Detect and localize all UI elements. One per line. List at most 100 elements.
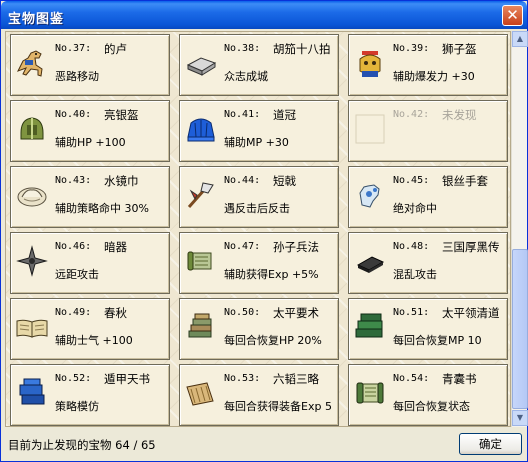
glove-icon bbox=[352, 177, 388, 213]
treasure-effect: 辅助获得Exp +5% bbox=[224, 268, 319, 281]
treasure-number: No.38: bbox=[224, 43, 261, 54]
treasure-name: 太平要术 bbox=[273, 306, 319, 320]
treasure-name: 短戟 bbox=[273, 174, 296, 188]
ok-button[interactable]: 确定 bbox=[459, 433, 522, 455]
treasure-grid: No.37: 的卢恶路移动 No.38: 胡笳十八拍众志成城 No.39: 狮子盔辅助爆发… bbox=[5, 31, 511, 427]
treasure-name: 胡笳十八拍 bbox=[273, 42, 331, 56]
treasure-effect: 每回合恢复MP 10 bbox=[393, 334, 482, 347]
scroll-case-icon bbox=[183, 45, 219, 81]
treasure-number: No.54: bbox=[393, 373, 430, 384]
bamboo-scroll-icon bbox=[183, 375, 219, 411]
open-book-icon bbox=[14, 309, 50, 345]
treasure-number: No.45: bbox=[393, 175, 430, 186]
treasure-card[interactable]: No.52: 遁甲天书策略模仿 bbox=[10, 364, 170, 426]
treasure-effect: 策略模仿 bbox=[55, 400, 99, 413]
treasure-card[interactable]: No.51: 太平领清道每回合恢复MP 10 bbox=[348, 298, 508, 360]
blue-book-icon bbox=[14, 375, 50, 411]
treasure-name: 太平领清道 bbox=[442, 306, 500, 320]
treasure-card[interactable]: No.45: 银丝手套绝对命中 bbox=[348, 166, 508, 228]
treasure-number: No.37: bbox=[55, 43, 92, 54]
window-title: 宝物图鉴 bbox=[8, 12, 65, 27]
treasure-effect: 远距攻击 bbox=[55, 268, 99, 281]
treasure-effect: 遇反击后反击 bbox=[224, 202, 290, 215]
empty-slot bbox=[352, 111, 388, 147]
shuriken-icon bbox=[14, 243, 50, 279]
treasure-name: 青囊书 bbox=[442, 372, 477, 386]
treasure-card[interactable]: No.38: 胡笳十八拍众志成城 bbox=[179, 34, 339, 96]
treasure-effect: 辅助士气 +100 bbox=[55, 334, 133, 347]
treasure-name: 春秋 bbox=[104, 306, 127, 320]
book-stack-icon bbox=[183, 309, 219, 345]
treasure-card[interactable]: No.47: 孙子兵法辅助获得Exp +5% bbox=[179, 232, 339, 294]
silver-helmet-icon bbox=[14, 111, 50, 147]
treasure-effect: 混乱攻击 bbox=[393, 268, 437, 281]
scroll-icon bbox=[183, 243, 219, 279]
treasure-number: No.40: bbox=[55, 109, 92, 120]
treasure-effect: 辅助策略命中 30% bbox=[55, 202, 149, 215]
scroll-up-button[interactable]: ▲ bbox=[512, 31, 528, 47]
treasure-card[interactable]: No.41: 道冠辅助MP +30 bbox=[179, 100, 339, 162]
treasure-card[interactable]: No.37: 的卢恶路移动 bbox=[10, 34, 170, 96]
treasure-card[interactable]: No.50: 太平要术每回合恢复HP 20% bbox=[179, 298, 339, 360]
treasure-card[interactable]: No.40: 亮银盔辅助HP +100 bbox=[10, 100, 170, 162]
close-button[interactable]: ✕ bbox=[502, 5, 523, 26]
scroll-thumb[interactable] bbox=[512, 249, 528, 409]
treasure-name: 暗器 bbox=[104, 240, 127, 254]
treasure-number: No.47: bbox=[224, 241, 261, 252]
treasure-name: 遁甲天书 bbox=[104, 372, 150, 386]
treasure-name: 的卢 bbox=[104, 42, 127, 56]
green-scroll-icon bbox=[352, 375, 388, 411]
treasure-card[interactable]: No.39: 狮子盔辅助爆发力 +30 bbox=[348, 34, 508, 96]
treasure-card[interactable]: No.46: 暗器远距攻击 bbox=[10, 232, 170, 294]
scroll-down-button[interactable]: ▼ bbox=[512, 410, 528, 426]
treasure-catalog-window: 宝物图鉴 ✕ No.37: 的卢恶路移动 No.38: 胡笳十八拍众志成城 No.39:… bbox=[0, 0, 528, 462]
halberd-icon bbox=[183, 177, 219, 213]
discovered-count-status: 目前为止发现的宝物 64 / 65 bbox=[8, 438, 156, 452]
treasure-effect: 辅助爆发力 +30 bbox=[393, 70, 475, 83]
treasure-card[interactable]: No.54: 青囊书每回合恢复状态 bbox=[348, 364, 508, 426]
treasure-effect: 每回合获得装备Exp 5 bbox=[224, 400, 332, 413]
lion-helmet-icon bbox=[352, 45, 388, 81]
treasure-number: No.52: bbox=[55, 373, 92, 384]
horse-icon bbox=[14, 45, 50, 81]
treasure-effect: 众志成城 bbox=[224, 70, 268, 83]
treasure-card[interactable]: No.43: 水镜巾辅助策略命中 30% bbox=[10, 166, 170, 228]
treasure-card[interactable]: No.48: 三国厚黑传混乱攻击 bbox=[348, 232, 508, 294]
vertical-scrollbar[interactable]: ▲ ▼ bbox=[511, 31, 528, 427]
treasure-number: No.53: bbox=[224, 373, 261, 384]
treasure-name: 狮子盔 bbox=[442, 42, 477, 56]
treasure-number: No.42: bbox=[393, 109, 430, 120]
treasure-effect: 辅助HP +100 bbox=[55, 136, 126, 149]
treasure-effect: 每回合恢复状态 bbox=[393, 400, 470, 413]
treasure-card[interactable]: No.49: 春秋辅助士气 +100 bbox=[10, 298, 170, 360]
title-bar[interactable]: 宝物图鉴 ✕ bbox=[1, 1, 527, 29]
black-book-icon bbox=[352, 243, 388, 279]
treasure-name: 未发现 bbox=[442, 108, 477, 122]
treasure-number: No.43: bbox=[55, 175, 92, 186]
treasure-number: No.49: bbox=[55, 307, 92, 318]
treasure-card[interactable]: No.42: 未发现 bbox=[348, 100, 508, 162]
treasure-name: 孙子兵法 bbox=[273, 240, 319, 254]
headscarf-icon bbox=[14, 177, 50, 213]
treasure-effect: 恶路移动 bbox=[55, 70, 99, 83]
treasure-card[interactable]: No.44: 短戟遇反击后反击 bbox=[179, 166, 339, 228]
treasure-name: 道冠 bbox=[273, 108, 296, 122]
treasure-name: 亮银盔 bbox=[104, 108, 139, 122]
treasure-name: 银丝手套 bbox=[442, 174, 488, 188]
taoist-cap-icon bbox=[183, 111, 219, 147]
green-books-icon bbox=[352, 309, 388, 345]
treasure-effect: 每回合恢复HP 20% bbox=[224, 334, 322, 347]
treasure-effect: 辅助MP +30 bbox=[224, 136, 289, 149]
treasure-number: No.51: bbox=[393, 307, 430, 318]
treasure-number: No.41: bbox=[224, 109, 261, 120]
treasure-name: 三国厚黑传 bbox=[442, 240, 500, 254]
treasure-card[interactable]: No.53: 六韬三略每回合获得装备Exp 5 bbox=[179, 364, 339, 426]
treasure-number: No.44: bbox=[224, 175, 261, 186]
treasure-number: No.50: bbox=[224, 307, 261, 318]
treasure-number: No.48: bbox=[393, 241, 430, 252]
treasure-name: 水镜巾 bbox=[104, 174, 139, 188]
treasure-name: 六韬三略 bbox=[273, 372, 319, 386]
treasure-number: No.46: bbox=[55, 241, 92, 252]
treasure-number: No.39: bbox=[393, 43, 430, 54]
treasure-effect: 绝对命中 bbox=[393, 202, 437, 215]
